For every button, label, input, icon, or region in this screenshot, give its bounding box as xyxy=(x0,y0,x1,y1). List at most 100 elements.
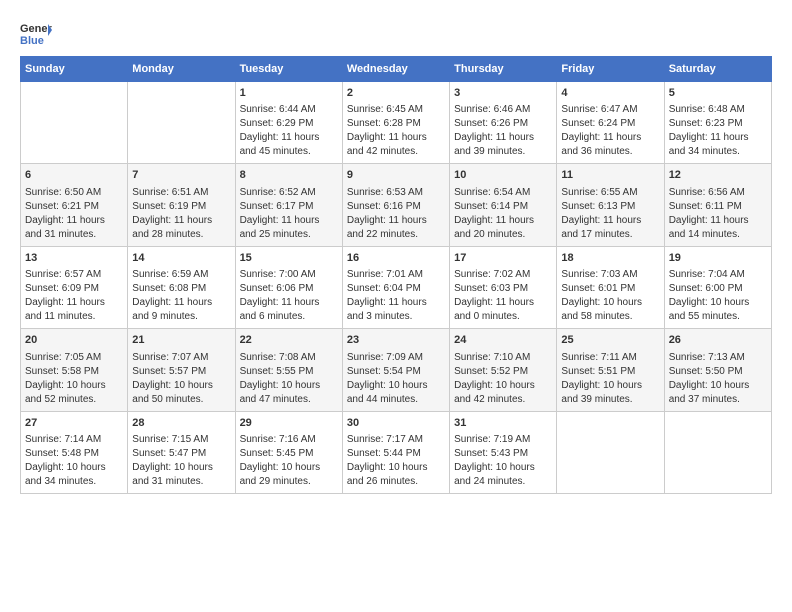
day-number: 2 xyxy=(347,86,445,101)
day-info: Sunset: 6:16 PM xyxy=(347,200,445,214)
calendar-week-row: 1Sunrise: 6:44 AMSunset: 6:29 PMDaylight… xyxy=(21,82,772,164)
calendar-cell: 6Sunrise: 6:50 AMSunset: 6:21 PMDaylight… xyxy=(21,164,128,246)
day-info: Sunrise: 7:15 AM xyxy=(132,433,230,447)
day-info: Sunset: 6:04 PM xyxy=(347,282,445,296)
day-info: Sunset: 6:01 PM xyxy=(561,282,659,296)
svg-text:Blue: Blue xyxy=(20,35,44,47)
day-number: 26 xyxy=(669,333,767,348)
calendar-cell: 30Sunrise: 7:17 AMSunset: 5:44 PMDayligh… xyxy=(342,411,449,493)
day-info: Daylight: 10 hours and 29 minutes. xyxy=(240,461,338,489)
day-number: 17 xyxy=(454,251,552,266)
calendar-cell: 8Sunrise: 6:52 AMSunset: 6:17 PMDaylight… xyxy=(235,164,342,246)
day-number: 15 xyxy=(240,251,338,266)
day-info: Sunrise: 7:13 AM xyxy=(669,351,767,365)
day-info: Sunrise: 6:52 AM xyxy=(240,186,338,200)
day-info: Daylight: 10 hours and 34 minutes. xyxy=(25,461,123,489)
day-info: Daylight: 10 hours and 44 minutes. xyxy=(347,379,445,407)
calendar-cell: 29Sunrise: 7:16 AMSunset: 5:45 PMDayligh… xyxy=(235,411,342,493)
day-info: Daylight: 10 hours and 52 minutes. xyxy=(25,379,123,407)
calendar-cell: 12Sunrise: 6:56 AMSunset: 6:11 PMDayligh… xyxy=(664,164,771,246)
day-number: 25 xyxy=(561,333,659,348)
day-info: Sunset: 6:29 PM xyxy=(240,117,338,131)
day-info: Sunset: 5:58 PM xyxy=(25,365,123,379)
column-header-saturday: Saturday xyxy=(664,57,771,82)
day-info: Sunrise: 7:14 AM xyxy=(25,433,123,447)
day-info: Sunset: 6:17 PM xyxy=(240,200,338,214)
page-header: General Blue xyxy=(20,20,772,48)
calendar-cell: 27Sunrise: 7:14 AMSunset: 5:48 PMDayligh… xyxy=(21,411,128,493)
day-info: Sunset: 6:11 PM xyxy=(669,200,767,214)
day-info: Daylight: 10 hours and 50 minutes. xyxy=(132,379,230,407)
day-info: Sunset: 5:52 PM xyxy=(454,365,552,379)
calendar-cell: 10Sunrise: 6:54 AMSunset: 6:14 PMDayligh… xyxy=(450,164,557,246)
day-info: Sunset: 6:00 PM xyxy=(669,282,767,296)
day-info: Sunrise: 7:19 AM xyxy=(454,433,552,447)
calendar-cell: 16Sunrise: 7:01 AMSunset: 6:04 PMDayligh… xyxy=(342,246,449,328)
day-info: Daylight: 10 hours and 39 minutes. xyxy=(561,379,659,407)
day-number: 31 xyxy=(454,416,552,431)
day-number: 11 xyxy=(561,168,659,183)
day-info: Sunset: 6:26 PM xyxy=(454,117,552,131)
day-info: Sunrise: 6:53 AM xyxy=(347,186,445,200)
day-number: 16 xyxy=(347,251,445,266)
day-info: Sunrise: 6:45 AM xyxy=(347,103,445,117)
calendar-cell: 21Sunrise: 7:07 AMSunset: 5:57 PMDayligh… xyxy=(128,329,235,411)
day-info: Sunset: 5:44 PM xyxy=(347,447,445,461)
calendar-week-row: 27Sunrise: 7:14 AMSunset: 5:48 PMDayligh… xyxy=(21,411,772,493)
day-info: Daylight: 11 hours and 31 minutes. xyxy=(25,214,123,242)
day-info: Sunrise: 7:10 AM xyxy=(454,351,552,365)
day-info: Sunset: 5:54 PM xyxy=(347,365,445,379)
calendar-cell: 24Sunrise: 7:10 AMSunset: 5:52 PMDayligh… xyxy=(450,329,557,411)
day-info: Sunrise: 7:07 AM xyxy=(132,351,230,365)
calendar-cell xyxy=(664,411,771,493)
day-info: Daylight: 10 hours and 24 minutes. xyxy=(454,461,552,489)
day-number: 23 xyxy=(347,333,445,348)
column-header-friday: Friday xyxy=(557,57,664,82)
day-info: Sunrise: 6:51 AM xyxy=(132,186,230,200)
day-info: Sunrise: 6:54 AM xyxy=(454,186,552,200)
day-info: Sunset: 5:57 PM xyxy=(132,365,230,379)
day-info: Sunrise: 6:50 AM xyxy=(25,186,123,200)
day-number: 18 xyxy=(561,251,659,266)
day-info: Sunrise: 7:08 AM xyxy=(240,351,338,365)
day-number: 19 xyxy=(669,251,767,266)
column-header-thursday: Thursday xyxy=(450,57,557,82)
day-number: 10 xyxy=(454,168,552,183)
day-info: Sunrise: 7:05 AM xyxy=(25,351,123,365)
day-info: Daylight: 10 hours and 42 minutes. xyxy=(454,379,552,407)
calendar-cell: 13Sunrise: 6:57 AMSunset: 6:09 PMDayligh… xyxy=(21,246,128,328)
day-info: Sunrise: 7:02 AM xyxy=(454,268,552,282)
day-info: Daylight: 11 hours and 36 minutes. xyxy=(561,131,659,159)
day-info: Sunrise: 6:46 AM xyxy=(454,103,552,117)
day-info: Sunrise: 7:03 AM xyxy=(561,268,659,282)
day-number: 3 xyxy=(454,86,552,101)
day-info: Sunset: 6:08 PM xyxy=(132,282,230,296)
calendar-cell: 9Sunrise: 6:53 AMSunset: 6:16 PMDaylight… xyxy=(342,164,449,246)
day-info: Sunset: 6:24 PM xyxy=(561,117,659,131)
day-number: 30 xyxy=(347,416,445,431)
day-info: Daylight: 11 hours and 11 minutes. xyxy=(25,296,123,324)
day-number: 4 xyxy=(561,86,659,101)
calendar-cell: 3Sunrise: 6:46 AMSunset: 6:26 PMDaylight… xyxy=(450,82,557,164)
calendar-cell: 5Sunrise: 6:48 AMSunset: 6:23 PMDaylight… xyxy=(664,82,771,164)
calendar-cell: 7Sunrise: 6:51 AMSunset: 6:19 PMDaylight… xyxy=(128,164,235,246)
day-info: Sunset: 5:48 PM xyxy=(25,447,123,461)
day-info: Sunrise: 7:17 AM xyxy=(347,433,445,447)
day-info: Daylight: 11 hours and 0 minutes. xyxy=(454,296,552,324)
day-number: 1 xyxy=(240,86,338,101)
day-number: 5 xyxy=(669,86,767,101)
calendar-cell xyxy=(21,82,128,164)
calendar-cell: 17Sunrise: 7:02 AMSunset: 6:03 PMDayligh… xyxy=(450,246,557,328)
calendar-week-row: 6Sunrise: 6:50 AMSunset: 6:21 PMDaylight… xyxy=(21,164,772,246)
day-info: Sunrise: 6:55 AM xyxy=(561,186,659,200)
calendar-cell xyxy=(128,82,235,164)
day-info: Sunset: 5:51 PM xyxy=(561,365,659,379)
day-info: Sunrise: 7:04 AM xyxy=(669,268,767,282)
calendar-cell: 26Sunrise: 7:13 AMSunset: 5:50 PMDayligh… xyxy=(664,329,771,411)
calendar-cell: 2Sunrise: 6:45 AMSunset: 6:28 PMDaylight… xyxy=(342,82,449,164)
calendar-cell: 1Sunrise: 6:44 AMSunset: 6:29 PMDaylight… xyxy=(235,82,342,164)
day-number: 28 xyxy=(132,416,230,431)
calendar-cell: 11Sunrise: 6:55 AMSunset: 6:13 PMDayligh… xyxy=(557,164,664,246)
calendar-week-row: 13Sunrise: 6:57 AMSunset: 6:09 PMDayligh… xyxy=(21,246,772,328)
day-info: Sunset: 5:43 PM xyxy=(454,447,552,461)
